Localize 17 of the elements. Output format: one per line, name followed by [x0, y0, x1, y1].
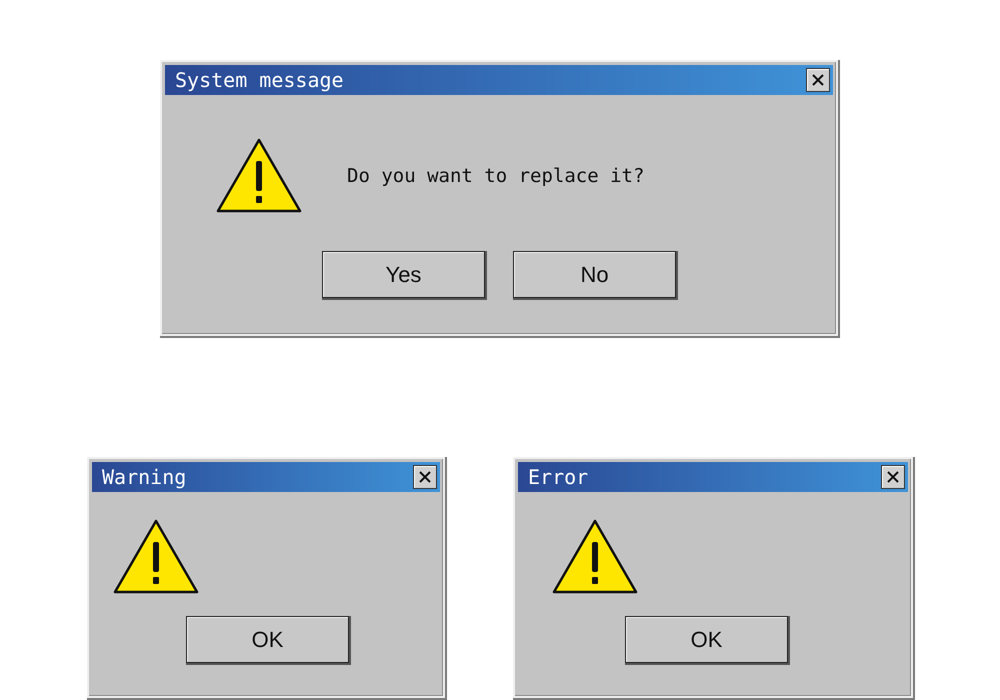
- window-title: Warning: [102, 465, 186, 489]
- dialog-button[interactable]: OK: [186, 616, 349, 663]
- warning-icon: [215, 137, 303, 215]
- warning-icon: [551, 518, 639, 596]
- close-button[interactable]: [881, 465, 905, 489]
- window-title: System message: [175, 68, 344, 92]
- dialog-button[interactable]: Yes: [322, 251, 485, 298]
- dialog-button[interactable]: No: [513, 251, 676, 298]
- close-button[interactable]: [413, 465, 437, 489]
- dialog-button[interactable]: OK: [625, 616, 788, 663]
- warning-icon: [112, 518, 200, 596]
- close-button[interactable]: [806, 68, 830, 92]
- window-title: Error: [528, 465, 588, 489]
- close-icon: [810, 72, 826, 88]
- close-icon: [417, 469, 433, 485]
- close-icon: [885, 469, 901, 485]
- message-text: Do you want to replace it?: [347, 165, 644, 187]
